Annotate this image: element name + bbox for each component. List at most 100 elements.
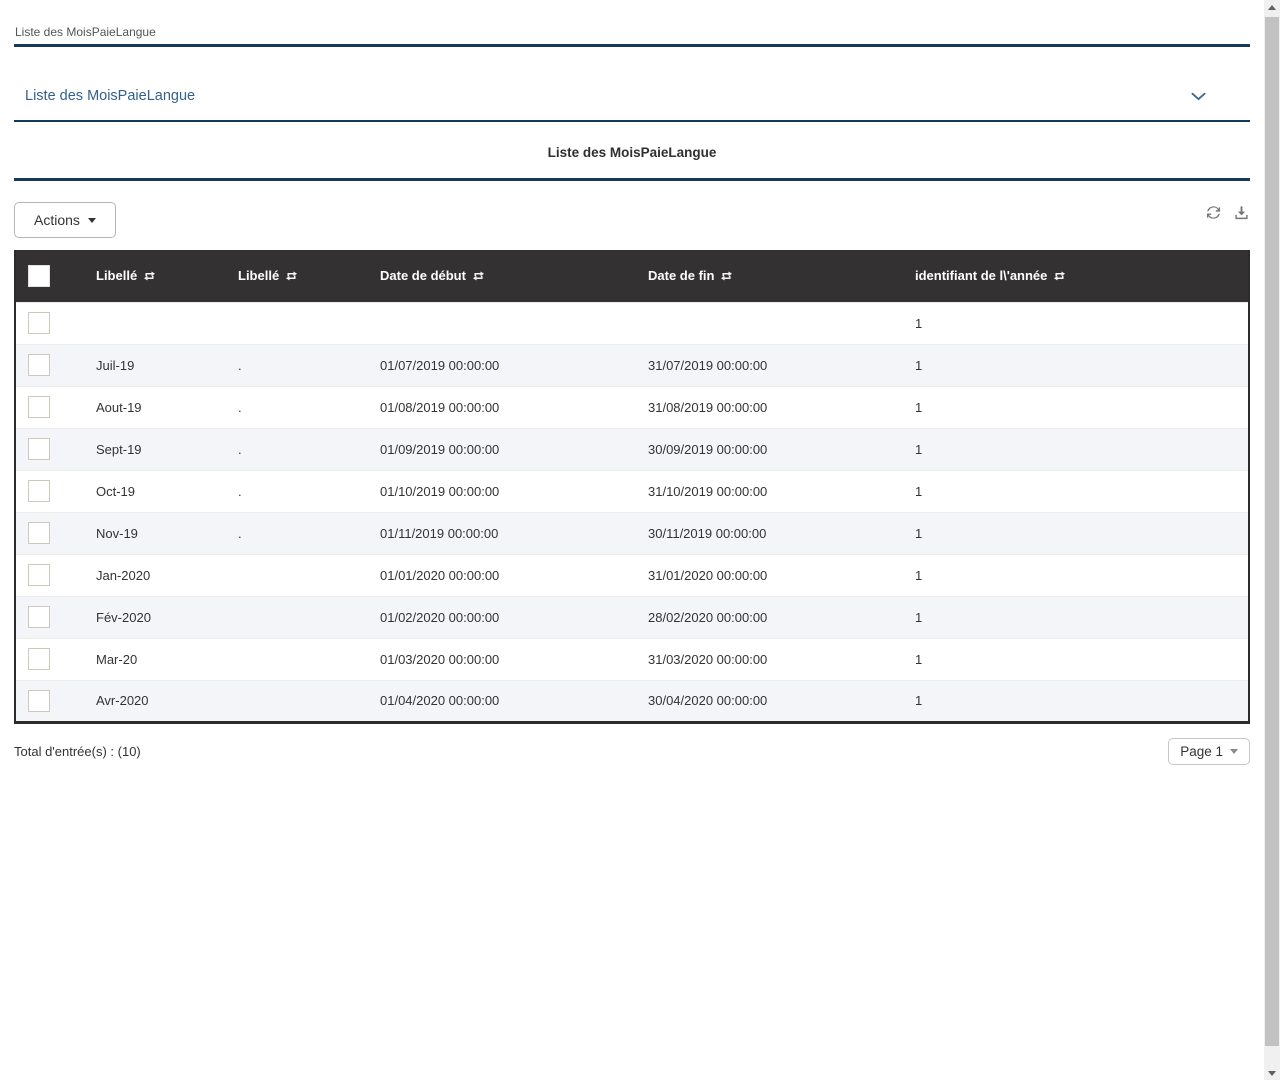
cell-libelle-2: .: [222, 470, 364, 512]
accordion-header[interactable]: Liste des MoisPaieLangue: [14, 47, 1250, 122]
cell-libelle-1: Juil-19: [80, 344, 222, 386]
table-row[interactable]: Avr-2020 01/04/2020 00:00:00 30/04/2020 …: [15, 680, 1249, 722]
chevron-down-icon[interactable]: [1191, 92, 1206, 101]
cell-annee-id: 1: [899, 638, 1249, 680]
cell-libelle-2: .: [222, 386, 364, 428]
table-row[interactable]: Aout-19 . 01/08/2019 00:00:00 31/08/2019…: [15, 386, 1249, 428]
table-row[interactable]: Mar-20 01/03/2020 00:00:00 31/03/2020 00…: [15, 638, 1249, 680]
column-header-date-debut[interactable]: Date de début: [364, 250, 632, 302]
table-row[interactable]: Fév-2020 01/02/2020 00:00:00 28/02/2020 …: [15, 596, 1249, 638]
cell-libelle-1: Fév-2020: [80, 596, 222, 638]
breadcrumb-item[interactable]: Liste des MoisPaieLangue: [15, 25, 156, 39]
cell-date-debut: 01/09/2019 00:00:00: [364, 428, 632, 470]
swap-arrows-icon[interactable]: [1053, 271, 1066, 281]
column-label: Libellé: [238, 268, 279, 283]
row-checkbox[interactable]: [28, 396, 50, 418]
row-checkbox[interactable]: [28, 354, 50, 376]
download-icon[interactable]: [1234, 205, 1249, 220]
refresh-icon[interactable]: [1206, 205, 1221, 220]
table-row[interactable]: Oct-19 . 01/10/2019 00:00:00 31/10/2019 …: [15, 470, 1249, 512]
column-label: Date de début: [380, 268, 466, 283]
cell-libelle-1: [80, 302, 222, 344]
table-row[interactable]: Juil-19 . 01/07/2019 00:00:00 31/07/2019…: [15, 344, 1249, 386]
cell-libelle-2: [222, 596, 364, 638]
data-table: Libellé Libellé Date de début Date de fi…: [14, 250, 1250, 724]
scrollbar[interactable]: [1264, 0, 1280, 1080]
actions-button[interactable]: Actions: [14, 202, 116, 238]
row-checkbox[interactable]: [28, 564, 50, 586]
column-label: Date de fin: [648, 268, 714, 283]
row-checkbox[interactable]: [28, 648, 50, 670]
cell-libelle-1: Aout-19: [80, 386, 222, 428]
cell-libelle-1: Oct-19: [80, 470, 222, 512]
cell-libelle-1: Nov-19: [80, 512, 222, 554]
row-checkbox[interactable]: [28, 312, 50, 334]
row-checkbox[interactable]: [28, 606, 50, 628]
scrollbar-down-arrow-icon[interactable]: [1264, 1066, 1280, 1080]
cell-date-fin: 30/11/2019 00:00:00: [632, 512, 899, 554]
accordion-title: Liste des MoisPaieLangue: [25, 88, 195, 104]
cell-annee-id: 1: [899, 554, 1249, 596]
select-all-checkbox[interactable]: [28, 265, 50, 287]
table-row[interactable]: Jan-2020 01/01/2020 00:00:00 31/01/2020 …: [15, 554, 1249, 596]
cell-annee-id: 1: [899, 302, 1249, 344]
cell-date-fin: 30/04/2020 00:00:00: [632, 680, 899, 722]
cell-date-fin: 31/07/2019 00:00:00: [632, 344, 899, 386]
cell-date-debut: 01/08/2019 00:00:00: [364, 386, 632, 428]
cell-date-fin: 30/09/2019 00:00:00: [632, 428, 899, 470]
swap-arrows-icon[interactable]: [720, 271, 733, 281]
cell-date-fin: 28/02/2020 00:00:00: [632, 596, 899, 638]
cell-libelle-2: .: [222, 512, 364, 554]
scrollbar-up-arrow-icon[interactable]: [1264, 0, 1280, 14]
cell-date-fin: 31/08/2019 00:00:00: [632, 386, 899, 428]
cell-annee-id: 1: [899, 512, 1249, 554]
cell-annee-id: 1: [899, 428, 1249, 470]
table-header-row: Libellé Libellé Date de début Date de fi…: [15, 250, 1249, 302]
cell-date-debut: 01/01/2020 00:00:00: [364, 554, 632, 596]
row-checkbox[interactable]: [28, 690, 50, 712]
cell-date-fin: 31/01/2020 00:00:00: [632, 554, 899, 596]
cell-date-debut: [364, 302, 632, 344]
swap-arrows-icon[interactable]: [143, 271, 156, 281]
page-selector[interactable]: Page 1: [1168, 738, 1250, 765]
main-content: Liste des MoisPaieLangue Liste des MoisP…: [14, 0, 1250, 765]
cell-date-debut: 01/07/2019 00:00:00: [364, 344, 632, 386]
cell-libelle-2: [222, 302, 364, 344]
column-header-libelle-1[interactable]: Libellé: [80, 250, 222, 302]
cell-annee-id: 1: [899, 344, 1249, 386]
cell-libelle-1: Avr-2020: [80, 680, 222, 722]
cell-date-fin: [632, 302, 899, 344]
column-header-libelle-2[interactable]: Libellé: [222, 250, 364, 302]
cell-date-fin: 31/10/2019 00:00:00: [632, 470, 899, 512]
breadcrumb: Liste des MoisPaieLangue: [14, 0, 1250, 47]
row-checkbox[interactable]: [28, 480, 50, 502]
table-row[interactable]: Nov-19 . 01/11/2019 00:00:00 30/11/2019 …: [15, 512, 1249, 554]
column-header-identifiant-annee[interactable]: identifiant de l\'année: [899, 250, 1249, 302]
table-tools: [1206, 205, 1250, 220]
row-checkbox[interactable]: [28, 522, 50, 544]
caret-down-icon: [88, 218, 96, 223]
actions-button-label: Actions: [34, 212, 80, 228]
toolbar: Actions: [14, 202, 1250, 238]
column-header-date-fin[interactable]: Date de fin: [632, 250, 899, 302]
column-label: identifiant de l\'année: [915, 268, 1047, 283]
cell-libelle-2: [222, 554, 364, 596]
cell-annee-id: 1: [899, 470, 1249, 512]
table-row[interactable]: Sept-19 . 01/09/2019 00:00:00 30/09/2019…: [15, 428, 1249, 470]
cell-date-debut: 01/10/2019 00:00:00: [364, 470, 632, 512]
scrollbar-thumb[interactable]: [1265, 17, 1279, 1046]
cell-date-debut: 01/04/2020 00:00:00: [364, 680, 632, 722]
cell-libelle-2: .: [222, 428, 364, 470]
table-row[interactable]: 1: [15, 302, 1249, 344]
swap-arrows-icon[interactable]: [285, 271, 298, 281]
list-footer: Total d'entrée(s) : (10) Page 1: [14, 738, 1250, 765]
column-label: Libellé: [96, 268, 137, 283]
row-checkbox[interactable]: [28, 438, 50, 460]
cell-annee-id: 1: [899, 596, 1249, 638]
cell-annee-id: 1: [899, 386, 1249, 428]
cell-libelle-1: Mar-20: [80, 638, 222, 680]
cell-libelle-2: .: [222, 344, 364, 386]
cell-date-fin: 31/03/2020 00:00:00: [632, 638, 899, 680]
cell-annee-id: 1: [899, 680, 1249, 722]
swap-arrows-icon[interactable]: [472, 271, 485, 281]
